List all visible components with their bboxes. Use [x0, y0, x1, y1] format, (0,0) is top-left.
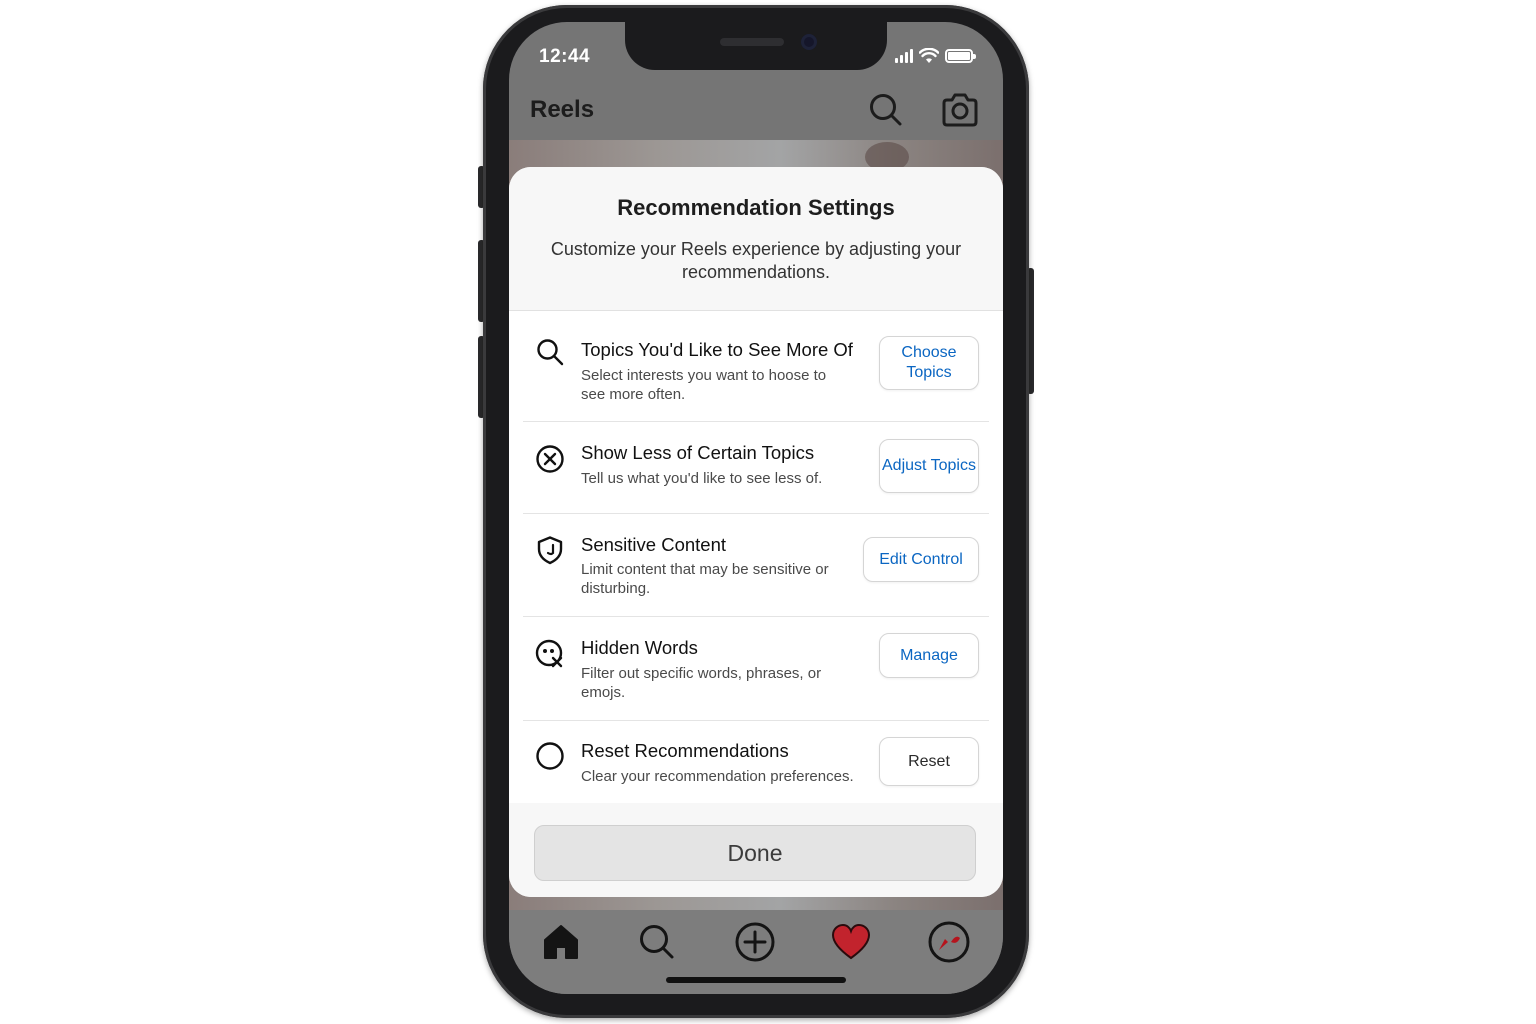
phone-screen: 12:44 Reels Recommendation Settings Cust… [509, 22, 1003, 994]
stage: 12:44 Reels Recommendation Settings Cust… [0, 0, 1536, 1024]
close-circle-icon [536, 445, 564, 473]
modal-header: Recommendation Settings Customize your R… [509, 167, 1003, 311]
row-description: Tell us what you'd like to see less of. [581, 470, 823, 487]
modal-subtitle: Customize your Reels experience by adjus… [550, 239, 962, 282]
signal-icon [895, 49, 913, 63]
profile-icon[interactable] [927, 920, 971, 964]
row-description: Limit content that may be sensitive or d… [581, 561, 829, 597]
list-item-topics-more: Topics You'd Like to See More Of Select … [523, 311, 989, 422]
modal-footer: Done [509, 803, 1003, 897]
row-title: Show Less of Certain Topics [581, 442, 815, 463]
hidden-words-icon [535, 639, 563, 668]
row-title: Reset Recommendations [581, 740, 789, 761]
status-time: 12:44 [539, 46, 591, 67]
battery-icon [945, 49, 976, 63]
front-camera [801, 34, 817, 50]
recommendation-settings-modal: Recommendation Settings Customize your R… [509, 167, 1003, 897]
manage-hidden-words-button[interactable]: Manage [879, 633, 979, 678]
notch [625, 22, 887, 70]
edit-control-button[interactable]: Edit Control [863, 537, 979, 582]
heart-icon[interactable] [829, 920, 873, 964]
row-title: Topics You'd Like to See More Of [581, 339, 853, 360]
camera-icon[interactable] [940, 90, 980, 130]
choose-topics-button[interactable]: Choose Topics [879, 336, 979, 390]
row-description: Filter out specific words, phrases, or e… [581, 665, 822, 701]
adjust-topics-button[interactable]: Adjust Topics [879, 439, 979, 493]
row-description: Clear your recommendation preferences. [581, 768, 854, 785]
status-icons [895, 48, 976, 64]
row-title: Sensitive Content [581, 534, 727, 555]
list-item-hidden-words: Hidden Words Filter out specific words, … [523, 617, 989, 721]
row-title: Hidden Words [581, 637, 698, 658]
reset-button[interactable]: Reset [879, 737, 979, 786]
modal-title: Recommendation Settings [617, 195, 895, 220]
wifi-icon [919, 48, 939, 63]
list-item-topics-less: Show Less of Certain Topics Tell us what… [523, 422, 989, 514]
shield-icon [537, 536, 563, 565]
search-icon[interactable] [635, 920, 679, 964]
list-item-reset: Reset Recommendations Clear your recomme… [523, 721, 989, 803]
page-title: Reels [530, 96, 595, 123]
add-icon[interactable] [733, 920, 777, 964]
circle-icon [536, 742, 564, 770]
search-icon [537, 339, 564, 366]
search-icon[interactable] [866, 90, 906, 130]
list-item-sensitive-content: Sensitive Content Limit content that may… [523, 514, 989, 617]
speaker [720, 38, 784, 46]
home-indicator[interactable] [666, 977, 846, 983]
done-button[interactable]: Done [534, 825, 976, 881]
home-icon[interactable] [539, 920, 583, 964]
row-description: Select interests you want to hoose to se… [581, 367, 827, 403]
